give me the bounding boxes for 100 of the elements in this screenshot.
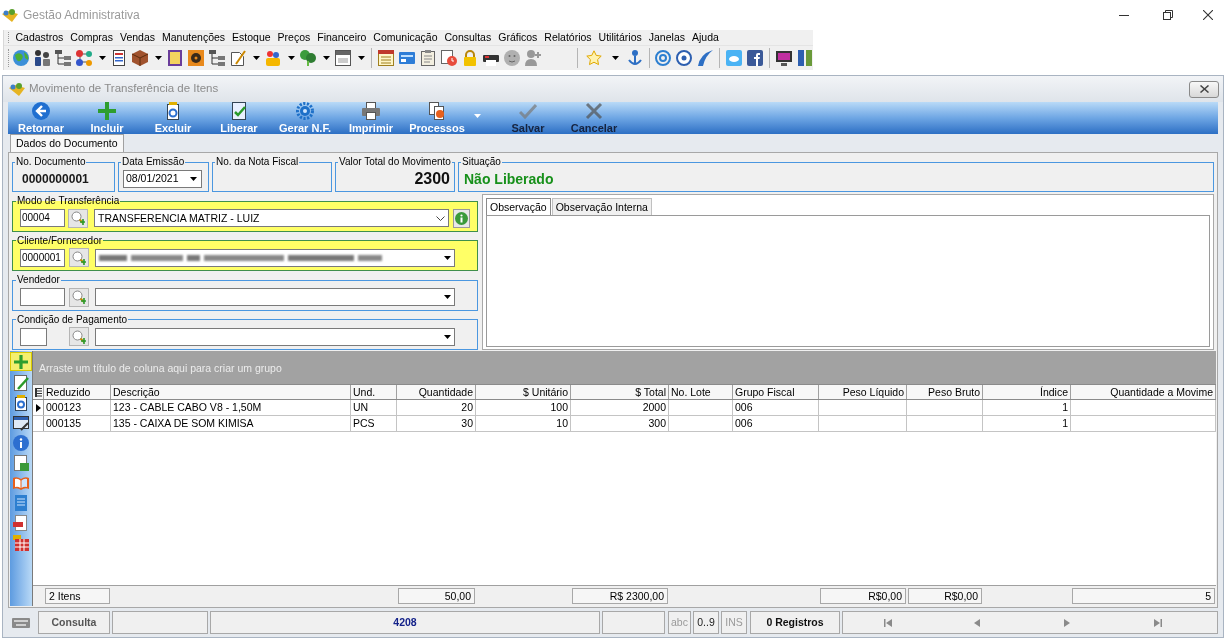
toolbar-button[interactable] — [440, 50, 457, 66]
lookup-button[interactable] — [68, 208, 89, 228]
table-cell: 20 — [397, 400, 476, 415]
toolbar-button[interactable] — [676, 50, 693, 66]
menu-item[interactable]: Cadastros — [12, 30, 67, 45]
combo-box[interactable] — [95, 248, 455, 267]
toolbar-button[interactable] — [188, 50, 204, 66]
chevron-down-icon — [436, 215, 446, 221]
column-header[interactable]: Und. — [351, 385, 397, 399]
column-header[interactable]: Grupo Fiscal — [733, 385, 819, 399]
dropdown-button[interactable] — [323, 56, 330, 60]
table-cell: 100 — [476, 400, 571, 415]
menu-item[interactable]: Compras — [66, 30, 117, 45]
toolbar-button[interactable] — [76, 50, 92, 66]
column-header[interactable]: $ Total — [571, 385, 669, 399]
toolbar-button[interactable]: Imprimir — [338, 102, 404, 134]
toolbar-button[interactable]: Processos — [404, 102, 470, 134]
combo-box[interactable] — [95, 288, 455, 306]
edit-window-icon — [13, 415, 29, 431]
toolbar-button[interactable]: Liberar — [206, 102, 272, 134]
column-chooser-icon — [34, 387, 42, 397]
group-by-hint: Arraste um título de coluna aqui para criar um grupo — [39, 362, 282, 374]
combo-box[interactable]: TRANSFERENCIA MATRIZ - LUIZ — [94, 209, 450, 227]
toolbar-button[interactable] — [335, 50, 351, 66]
toolbar-button[interactable] — [209, 50, 225, 66]
tool-button[interactable] — [13, 515, 29, 531]
menu-item[interactable]: Preços — [274, 30, 314, 45]
menu-item[interactable]: Consultas — [441, 30, 495, 45]
menu-item[interactable]: Financeiro — [313, 30, 370, 45]
caret-icon — [611, 56, 619, 60]
toolbar-button[interactable] — [34, 50, 50, 66]
toolbar-button[interactable] — [747, 50, 764, 66]
dropdown-button[interactable] — [358, 56, 365, 60]
menu-item[interactable]: Relatórios — [540, 30, 596, 45]
menu-item[interactable]: Manutenções — [158, 30, 229, 45]
column-header[interactable]: Índice — [983, 385, 1071, 399]
tab[interactable]: Observação — [486, 198, 551, 215]
menu-item[interactable]: Estoque — [228, 30, 275, 45]
summary-cell: R$ 2300,00 — [572, 588, 668, 604]
menu-item[interactable]: Ajuda — [688, 30, 723, 45]
column-header[interactable]: No. Lote — [669, 385, 733, 399]
notes-field[interactable] — [486, 215, 1210, 347]
hierarchy-icon — [209, 50, 225, 66]
toolbar-button[interactable]: Gerar N.F. — [272, 102, 338, 134]
toolbar-button[interactable] — [776, 50, 792, 66]
tab[interactable]: Dados do Documento — [10, 134, 124, 152]
column-header[interactable]: Reduzido — [44, 385, 111, 399]
column-header[interactable]: Peso Líquido — [819, 385, 907, 399]
toolbar-button[interactable] — [797, 50, 813, 66]
column-header[interactable]: $ Unitário — [476, 385, 571, 399]
column-header[interactable]: Quantidade a Movime — [1071, 385, 1216, 399]
split-panel-icon — [797, 50, 813, 66]
add-button[interactable] — [10, 352, 32, 371]
dropdown-button[interactable] — [155, 56, 162, 60]
tool-button[interactable] — [13, 435, 29, 451]
dropdown-button[interactable] — [253, 56, 260, 60]
table-cell: UN — [351, 400, 397, 415]
menu-item[interactable]: Janelas — [645, 30, 689, 45]
dropdown-button[interactable] — [288, 56, 295, 60]
lookup-button[interactable] — [69, 248, 89, 267]
info-button[interactable] — [453, 208, 470, 228]
tab[interactable]: Observação Interna — [551, 198, 652, 215]
table-row[interactable]: 000135 135 - CAIXA DE SOM KIMISA PCS 30 10 300 006 1 — [33, 416, 1216, 432]
menu-item[interactable]: Gráficos — [494, 30, 541, 45]
toolbar-button[interactable] — [230, 50, 246, 66]
menu-item[interactable]: Vendas — [116, 30, 159, 45]
summary-cell: 50,00 — [398, 588, 475, 604]
f-logo-icon — [747, 50, 764, 66]
tool-button[interactable] — [13, 455, 29, 471]
close-button[interactable] — [1189, 80, 1219, 98]
column-header[interactable]: Quantidade — [397, 385, 476, 399]
code-field[interactable]: 00004 — [20, 209, 65, 227]
toolbar-button[interactable]: Excluir — [140, 102, 206, 134]
toolbar-button[interactable]: Incluir — [74, 102, 140, 134]
tool-button[interactable] — [13, 395, 29, 411]
dropdown-button[interactable] — [99, 56, 106, 60]
caret-icon — [99, 56, 106, 60]
toolbar-button[interactable] — [132, 50, 148, 66]
lookup-button[interactable] — [69, 287, 89, 307]
column-header[interactable]: Descrição — [111, 385, 351, 399]
date-field[interactable]: 08/01/2021 — [123, 169, 202, 188]
mode-label: Consulta — [51, 617, 97, 628]
lookup-button[interactable] — [69, 327, 89, 346]
toolbar-button[interactable]: Retornar — [8, 102, 74, 134]
menu-item[interactable]: Comunicação — [369, 30, 441, 45]
toolbar-button[interactable] — [167, 50, 183, 66]
table-cell: 123 - CABLE CABO V8 - 1,50M — [111, 400, 351, 415]
code-field[interactable]: 0000001 — [20, 248, 65, 267]
table-cell: 006 — [733, 400, 819, 415]
toolbar-button[interactable] — [111, 50, 127, 66]
combo-box[interactable] — [95, 327, 455, 346]
toolbar-button[interactable] — [55, 50, 71, 66]
code-field[interactable] — [20, 327, 47, 346]
tool-button[interactable] — [13, 375, 29, 391]
code-field[interactable] — [20, 288, 65, 306]
dropdown-button[interactable] — [611, 56, 619, 60]
menu-item[interactable]: Utilitários — [595, 30, 646, 45]
column-header[interactable]: Peso Bruto — [907, 385, 983, 399]
table-row[interactable]: 000123 123 - CABLE CABO V8 - 1,50M UN 20 100 2000 006 1 — [33, 400, 1216, 416]
tool-button[interactable] — [13, 415, 29, 431]
